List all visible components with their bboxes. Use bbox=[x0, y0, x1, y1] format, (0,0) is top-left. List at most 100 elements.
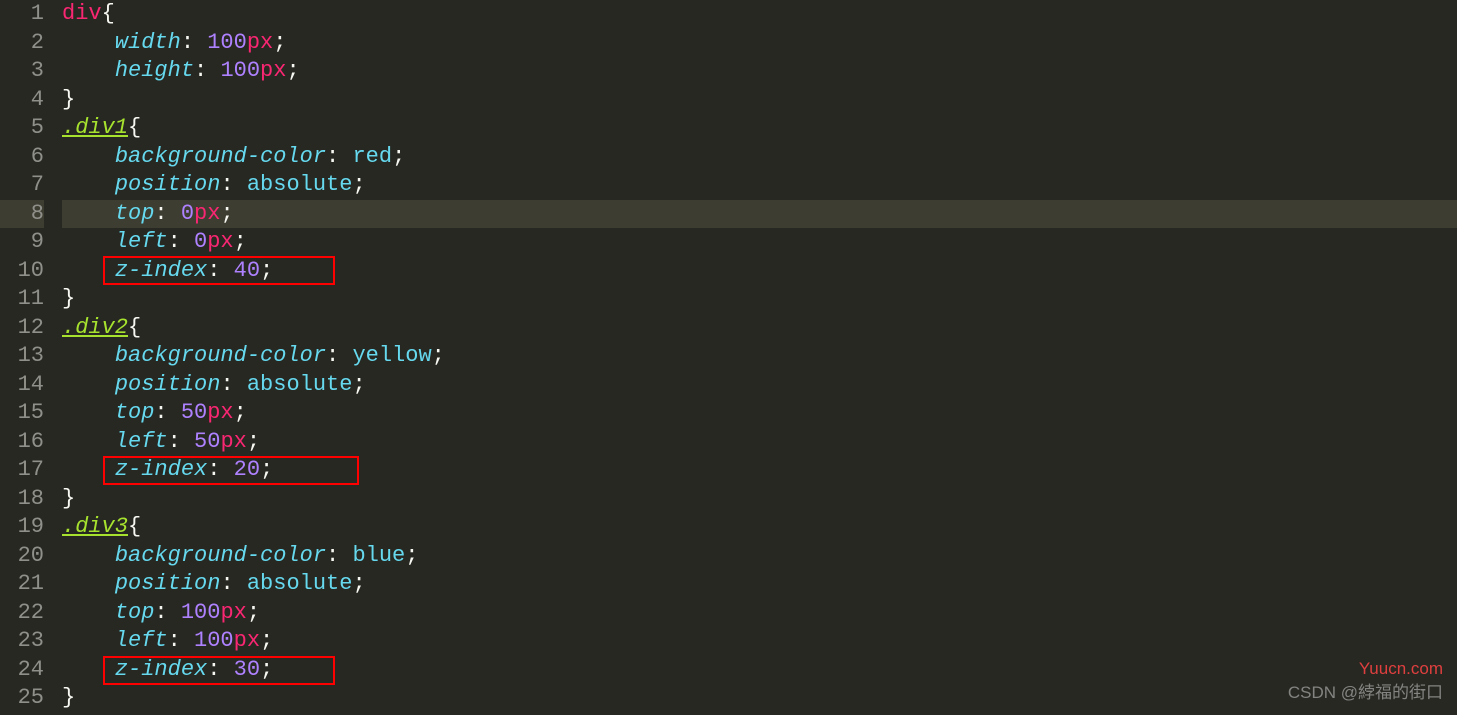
code-line[interactable]: top: 100px; bbox=[62, 599, 1457, 628]
code-line[interactable]: z-index: 20; bbox=[62, 456, 1457, 485]
token-indent bbox=[62, 58, 115, 83]
token-prop: left bbox=[115, 229, 168, 254]
token-punct: } bbox=[62, 87, 75, 112]
code-line[interactable]: z-index: 40; bbox=[62, 257, 1457, 286]
line-number: 13 bbox=[0, 342, 44, 371]
code-line[interactable]: top: 50px; bbox=[62, 399, 1457, 428]
token-num: 20 bbox=[234, 457, 260, 482]
token-val: absolute bbox=[247, 372, 353, 397]
token-prop: top bbox=[115, 600, 155, 625]
code-line[interactable]: width: 100px; bbox=[62, 29, 1457, 58]
token-unit: px bbox=[220, 429, 246, 454]
code-line[interactable]: div{ bbox=[62, 0, 1457, 29]
code-line[interactable]: position: absolute; bbox=[62, 171, 1457, 200]
token-unit: px bbox=[260, 58, 286, 83]
code-editor[interactable]: 1234567891011121314151617181920212223242… bbox=[0, 0, 1457, 715]
token-num: 50 bbox=[181, 400, 207, 425]
token-num: 100 bbox=[207, 30, 247, 55]
token-indent bbox=[62, 372, 115, 397]
code-line[interactable]: background-color: yellow; bbox=[62, 342, 1457, 371]
token-semi: ; bbox=[234, 400, 247, 425]
line-number: 11 bbox=[0, 285, 44, 314]
code-line[interactable]: left: 50px; bbox=[62, 428, 1457, 457]
line-number: 25 bbox=[0, 684, 44, 713]
token-indent bbox=[62, 30, 115, 55]
line-number: 4 bbox=[0, 86, 44, 115]
token-semi: ; bbox=[405, 543, 418, 568]
token-colon: : bbox=[207, 657, 233, 682]
token-punct: { bbox=[128, 514, 141, 539]
code-line[interactable]: position: absolute; bbox=[62, 570, 1457, 599]
token-selector: .div1 bbox=[62, 115, 128, 140]
code-area[interactable]: div{ width: 100px; height: 100px;}.div1{… bbox=[62, 0, 1457, 715]
token-prop: position bbox=[115, 172, 221, 197]
token-prop: top bbox=[115, 201, 155, 226]
code-line[interactable]: background-color: blue; bbox=[62, 542, 1457, 571]
token-val: absolute bbox=[247, 571, 353, 596]
line-number: 14 bbox=[0, 371, 44, 400]
line-number-gutter: 1234567891011121314151617181920212223242… bbox=[0, 0, 62, 715]
token-indent bbox=[62, 543, 115, 568]
code-line[interactable]: } bbox=[62, 485, 1457, 514]
token-colon: : bbox=[154, 201, 180, 226]
token-selector: .div2 bbox=[62, 315, 128, 340]
token-semi: ; bbox=[247, 429, 260, 454]
line-number: 24 bbox=[0, 656, 44, 685]
token-indent bbox=[62, 343, 115, 368]
token-colon: : bbox=[154, 600, 180, 625]
token-num: 100 bbox=[181, 600, 221, 625]
token-punct: { bbox=[128, 115, 141, 140]
token-val: red bbox=[352, 144, 392, 169]
token-num: 100 bbox=[220, 58, 260, 83]
token-semi: ; bbox=[220, 201, 233, 226]
line-number: 7 bbox=[0, 171, 44, 200]
line-number: 6 bbox=[0, 143, 44, 172]
code-line[interactable]: left: 100px; bbox=[62, 627, 1457, 656]
token-num: 0 bbox=[194, 229, 207, 254]
token-semi: ; bbox=[432, 343, 445, 368]
line-number: 1 bbox=[0, 0, 44, 29]
code-line[interactable]: } bbox=[62, 285, 1457, 314]
token-colon: : bbox=[220, 571, 246, 596]
code-line[interactable]: z-index: 30; bbox=[62, 656, 1457, 685]
token-indent bbox=[62, 600, 115, 625]
code-line[interactable]: .div3{ bbox=[62, 513, 1457, 542]
line-number: 10 bbox=[0, 257, 44, 286]
token-prop: background-color bbox=[115, 343, 326, 368]
token-semi: ; bbox=[234, 229, 247, 254]
token-prop: position bbox=[115, 571, 221, 596]
token-tag: div bbox=[62, 1, 102, 26]
token-indent bbox=[62, 457, 115, 482]
code-line[interactable]: .div1{ bbox=[62, 114, 1457, 143]
token-prop: top bbox=[115, 400, 155, 425]
code-line[interactable]: } bbox=[62, 684, 1457, 713]
token-prop: left bbox=[115, 429, 168, 454]
line-number: 2 bbox=[0, 29, 44, 58]
token-semi: ; bbox=[247, 600, 260, 625]
token-unit: px bbox=[220, 600, 246, 625]
code-line[interactable]: top: 0px; bbox=[62, 200, 1457, 229]
token-semi: ; bbox=[260, 657, 273, 682]
code-line[interactable]: } bbox=[62, 86, 1457, 115]
token-prop: background-color bbox=[115, 543, 326, 568]
code-line[interactable]: height: 100px; bbox=[62, 57, 1457, 86]
token-indent bbox=[62, 628, 115, 653]
line-number: 23 bbox=[0, 627, 44, 656]
token-colon: : bbox=[207, 457, 233, 482]
line-number: 19 bbox=[0, 513, 44, 542]
token-semi: ; bbox=[392, 144, 405, 169]
line-number: 3 bbox=[0, 57, 44, 86]
token-punct: } bbox=[62, 685, 75, 710]
watermark-author: CSDN @綍福的街口 bbox=[1288, 679, 1443, 708]
code-line[interactable]: position: absolute; bbox=[62, 371, 1457, 400]
token-semi: ; bbox=[286, 58, 299, 83]
code-line[interactable]: background-color: red; bbox=[62, 143, 1457, 172]
token-colon: : bbox=[220, 172, 246, 197]
line-number: 20 bbox=[0, 542, 44, 571]
token-num: 50 bbox=[194, 429, 220, 454]
token-colon: : bbox=[194, 58, 220, 83]
code-line[interactable]: left: 0px; bbox=[62, 228, 1457, 257]
token-indent bbox=[62, 258, 115, 283]
token-colon: : bbox=[181, 30, 207, 55]
code-line[interactable]: .div2{ bbox=[62, 314, 1457, 343]
